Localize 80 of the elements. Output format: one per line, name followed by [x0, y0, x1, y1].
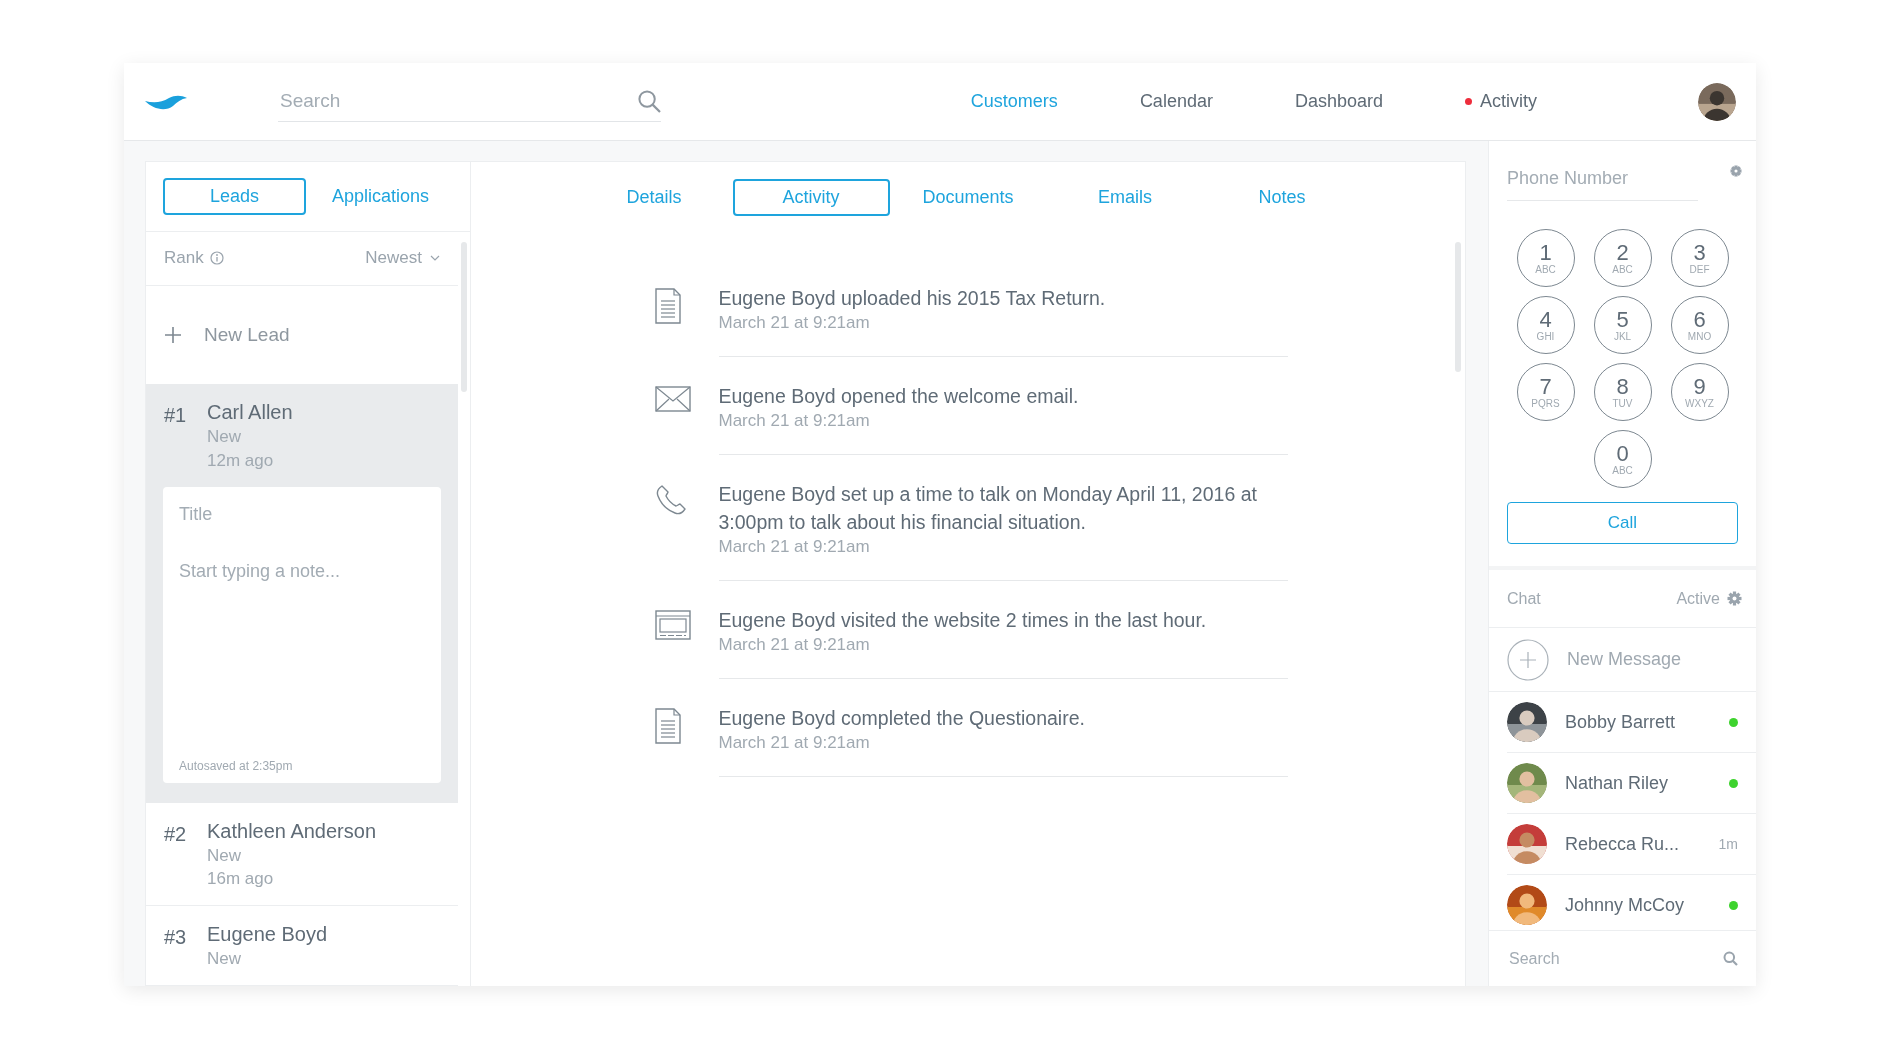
keypad-key[interactable]: 7 PQRS [1516, 363, 1575, 421]
keypad-key[interactable]: 1 ABC [1516, 229, 1575, 287]
tab[interactable]: Applications [328, 177, 434, 215]
document-icon [654, 288, 681, 324]
document-icon [654, 708, 681, 744]
contact-name: Rebecca Ru... [1565, 832, 1681, 856]
activity-date: March 21 at 9:21am [718, 410, 871, 432]
nav-link[interactable]: Calendar [1098, 88, 1254, 115]
tab[interactable]: Notes [1203, 179, 1361, 216]
chat-search-field[interactable]: Search [1489, 930, 1756, 986]
activity-text: Eugene Boyd uploaded his 2015 Tax Return. [718, 286, 1107, 311]
rank-label: Rank [164, 247, 204, 270]
tab[interactable]: Leads [163, 177, 306, 215]
activity-date: March 21 at 9:21am [718, 312, 871, 334]
settings-icon[interactable] [1730, 165, 1742, 177]
info-icon[interactable] [209, 251, 224, 266]
lead-status: New [207, 426, 242, 449]
contact-item[interactable]: Bobby Barrett [1507, 692, 1756, 753]
activity-date: March 21 at 9:21am [718, 536, 871, 558]
call-button[interactable]: Call [1507, 502, 1738, 544]
tab[interactable]: Emails [1046, 179, 1204, 216]
tab[interactable]: Documents [889, 179, 1047, 216]
activity-text: Eugene Boyd completed the Questionaire. [718, 706, 1086, 731]
contact-item[interactable]: Nathan Riley [1507, 753, 1756, 814]
lead-name: Kathleen Anderson [207, 818, 377, 844]
lead-status: New [207, 844, 242, 867]
scrollbar[interactable] [1455, 242, 1461, 372]
activity-text: Eugene Boyd set up a time to talk on Monday April 11, 2016 at 3:00pm to talk about his financial situation. [718, 482, 1258, 535]
keypad-key[interactable]: 9 WXYZ [1670, 363, 1729, 421]
keypad-key[interactable]: 8 TUV [1593, 363, 1652, 421]
contact-item[interactable]: Johnny McCoy [1507, 875, 1756, 930]
keypad-key[interactable]: 4 GHI [1516, 296, 1575, 354]
keypad-key[interactable]: 3 DEF [1670, 229, 1729, 287]
nav-link[interactable]: Dashboard [1253, 88, 1424, 115]
nav-link[interactable]: Activity [1424, 88, 1578, 115]
tab[interactable]: Activity [732, 179, 890, 216]
phone-icon [654, 484, 687, 516]
tab[interactable]: Details [575, 179, 733, 216]
new-lead-button[interactable]: New Lead [204, 320, 290, 350]
chat-status: Active [1676, 588, 1720, 609]
rank-number: #3 [164, 925, 188, 951]
search-field[interactable]: Search [278, 81, 661, 122]
activity-text: Eugene Boyd opened the welcome email. [718, 384, 1080, 409]
lead-time: 12m ago [207, 449, 275, 472]
lead-item[interactable]: #3 Eugene Boyd New [146, 906, 458, 985]
search-input[interactable]: Search [278, 85, 637, 117]
keypad-key[interactable]: 0 ABC [1593, 430, 1652, 488]
keypad-key[interactable]: 2 ABC [1593, 229, 1652, 287]
message-time: 1m [1718, 834, 1738, 854]
search-icon[interactable] [1723, 951, 1738, 966]
envelope-icon [654, 386, 691, 412]
scrollbar[interactable] [461, 242, 467, 392]
lead-name: Eugene Boyd [207, 922, 328, 948]
lead-item[interactable]: #2 Kathleen Anderson New 16m ago [146, 802, 458, 906]
activity-date: March 21 at 9:21am [718, 732, 871, 754]
nav-link[interactable]: Customers [929, 88, 1099, 115]
plus-icon[interactable] [1507, 638, 1549, 681]
plus-icon[interactable] [164, 325, 182, 344]
rank-number: #1 [164, 403, 188, 429]
settings-icon[interactable] [1727, 591, 1742, 606]
activity-text: Eugene Boyd visited the website 2 times in the last hour. [718, 608, 1208, 633]
keypad-key[interactable]: 5 JKL [1593, 296, 1652, 354]
chat-search-input[interactable]: Search [1507, 945, 1723, 972]
rank-number: #2 [164, 821, 188, 847]
caret-icon [430, 255, 440, 262]
activity-date: March 21 at 9:21am [718, 634, 871, 656]
contact-name: Nathan Riley [1565, 771, 1670, 795]
autosave-text: Autosaved at 2:35pm [179, 757, 294, 775]
contact-item[interactable]: Rebecca Ru... 1m [1507, 814, 1756, 875]
chat-title: Chat [1507, 588, 1541, 609]
contact-name: Johnny McCoy [1565, 893, 1686, 917]
browser-window-icon [654, 610, 691, 640]
lead-status: New [207, 948, 242, 971]
lead-name: Carl Allen [207, 400, 293, 426]
note-body-field[interactable]: Start typing a note... [179, 557, 425, 757]
note-title-field[interactable]: Title [179, 500, 425, 528]
search-icon[interactable] [637, 89, 661, 113]
lead-time: 16m ago [207, 868, 275, 891]
keypad-key[interactable]: 6 MNO [1670, 296, 1729, 354]
contact-name: Bobby Barrett [1565, 710, 1677, 734]
